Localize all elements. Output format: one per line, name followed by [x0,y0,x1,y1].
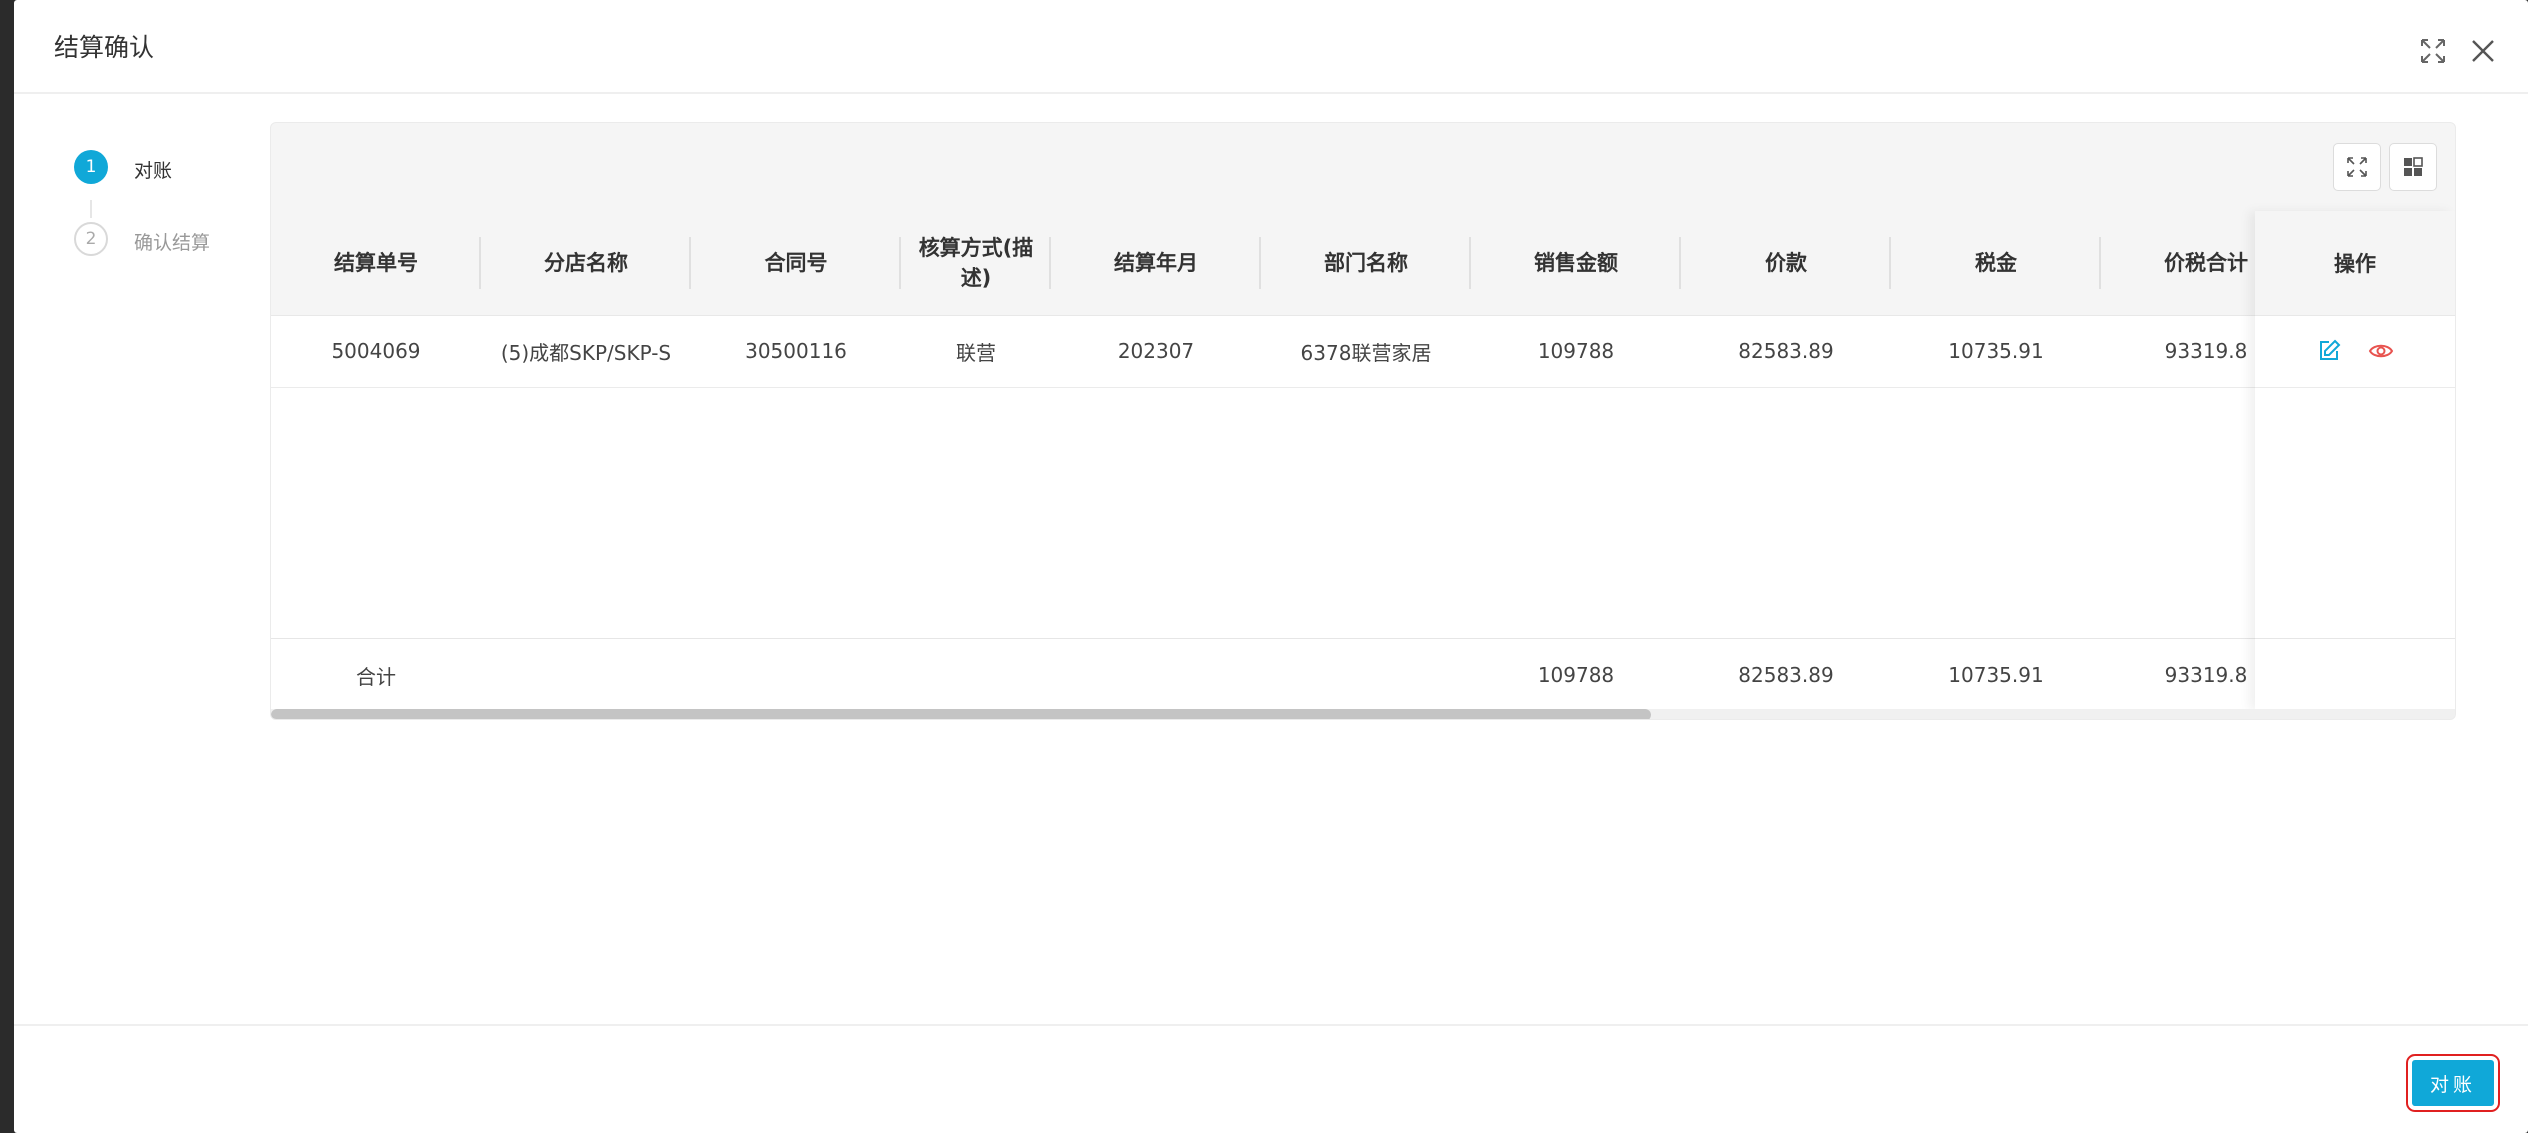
view-icon[interactable] [2368,338,2394,364]
summary-sales-amount: 109788 [1537,663,1615,687]
summary-price: 82583.89 [1738,663,1834,687]
cell-settlement-no: 5004069 [331,339,421,363]
col-header-settlement-no[interactable]: 结算单号 [271,211,481,315]
cell-tax: 10735.91 [1948,339,2044,363]
col-header-tax[interactable]: 税金 [1891,211,2101,315]
col-header-accounting-method[interactable]: 核算方式(描述) [901,211,1051,315]
col-header-settlement-month[interactable]: 结算年月 [1051,211,1261,315]
step-label: 对账 [134,160,173,182]
horizontal-scrollbar[interactable] [271,709,2455,719]
modal-footer: 对账 [14,1024,2528,1133]
cell-sales-amount: 109788 [1537,339,1615,363]
cell-accounting-method: 联营 [956,340,996,365]
close-icon[interactable] [2468,36,2498,66]
expand-button[interactable] [2333,143,2381,191]
col-header-contract-no[interactable]: 合同号 [691,211,901,315]
cell-price: 82583.89 [1738,339,1834,363]
modal-title: 结算确认 [54,33,155,62]
cell-branch-name: (5)成都SKP/SKP-S [500,340,672,365]
col-header-department-name[interactable]: 部门名称 [1261,211,1471,315]
col-header-sales-amount[interactable]: 销售金额 [1471,211,1681,315]
row-actions [2255,315,2455,388]
cell-contract-no: 30500116 [745,339,847,363]
col-header-actions: 操作 [2255,211,2455,316]
reconcile-button[interactable]: 对账 [2406,1054,2500,1112]
col-header-price[interactable]: 价款 [1681,211,1891,315]
action-column-summary [2255,638,2455,711]
cell-department-name: 6378联营家居 [1300,340,1432,365]
table-panel: 结算单号 分店名称 合同号 核算方式(描述) 结算年月 部门名称 销售金额 价款… [270,122,2456,720]
step-label: 确认结算 [134,232,211,254]
grid-icon [2404,157,2423,176]
step-number: 1 [74,150,108,184]
settlement-modal: 结算确认 1 对账 2 确认结算 结算单号 分店名称 合同号 核算方式(描述) … [14,0,2528,1133]
summary-tax: 10735.91 [1948,663,2044,687]
table-row[interactable]: 5004069 (5)成都SKP/SKP-S 30500116 联营 20230… [271,315,2455,388]
action-column: 操作 [2255,211,2455,711]
step-number: 2 [74,222,108,256]
table-summary-row: 合计 109788 82583.89 10735.91 93319.8 [271,638,2455,711]
scrollbar-thumb[interactable] [271,709,1651,719]
summary-label: 合计 [356,664,396,689]
modal-header: 结算确认 [14,0,2528,94]
edit-icon[interactable] [2316,338,2342,364]
data-table: 结算单号 分店名称 合同号 核算方式(描述) 结算年月 部门名称 销售金额 价款… [271,211,2455,711]
table-header: 结算单号 分店名称 合同号 核算方式(描述) 结算年月 部门名称 销售金额 价款… [271,211,2455,316]
expand-icon [2347,157,2367,177]
fullscreen-icon[interactable] [2418,36,2448,66]
col-header-branch-name[interactable]: 分店名称 [481,211,691,315]
column-settings-button[interactable] [2389,143,2437,191]
step-connector [90,200,92,218]
cell-settlement-month: 202307 [1117,339,1195,363]
